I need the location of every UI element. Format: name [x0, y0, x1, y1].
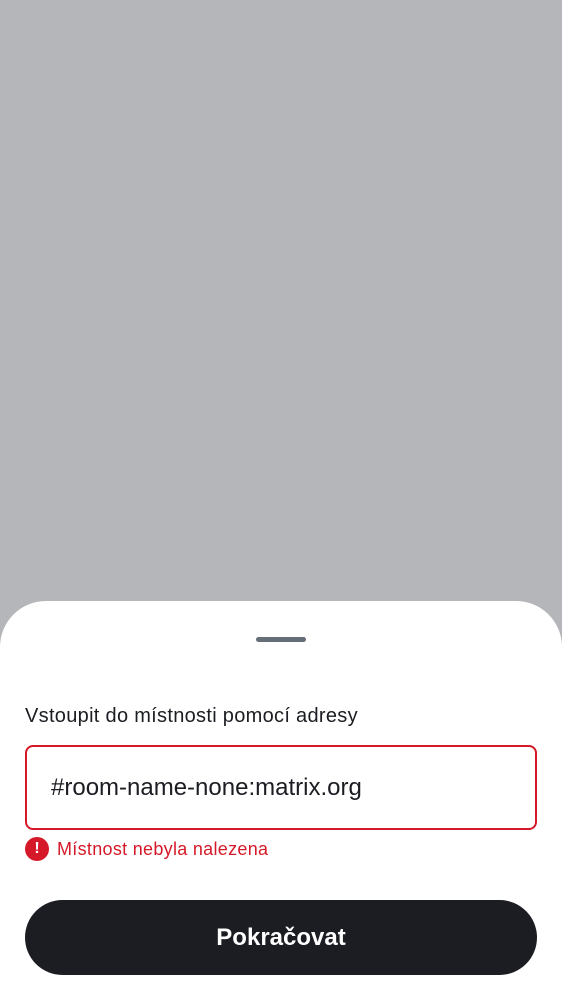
room-address-input[interactable]	[51, 773, 511, 802]
continue-button[interactable]: Pokračovat	[25, 900, 537, 975]
error-icon: !	[25, 837, 49, 861]
room-address-field[interactable]	[25, 745, 537, 830]
error-message: Místnost nebyla nalezena	[57, 838, 269, 859]
drag-handle[interactable]	[256, 637, 306, 642]
bottom-sheet: Vstoupit do místnosti pomocí adresy ! Mí…	[0, 601, 562, 1000]
field-label: Vstoupit do místnosti pomocí adresy	[25, 705, 358, 727]
error-message-row: ! Místnost nebyla nalezena	[25, 836, 268, 862]
